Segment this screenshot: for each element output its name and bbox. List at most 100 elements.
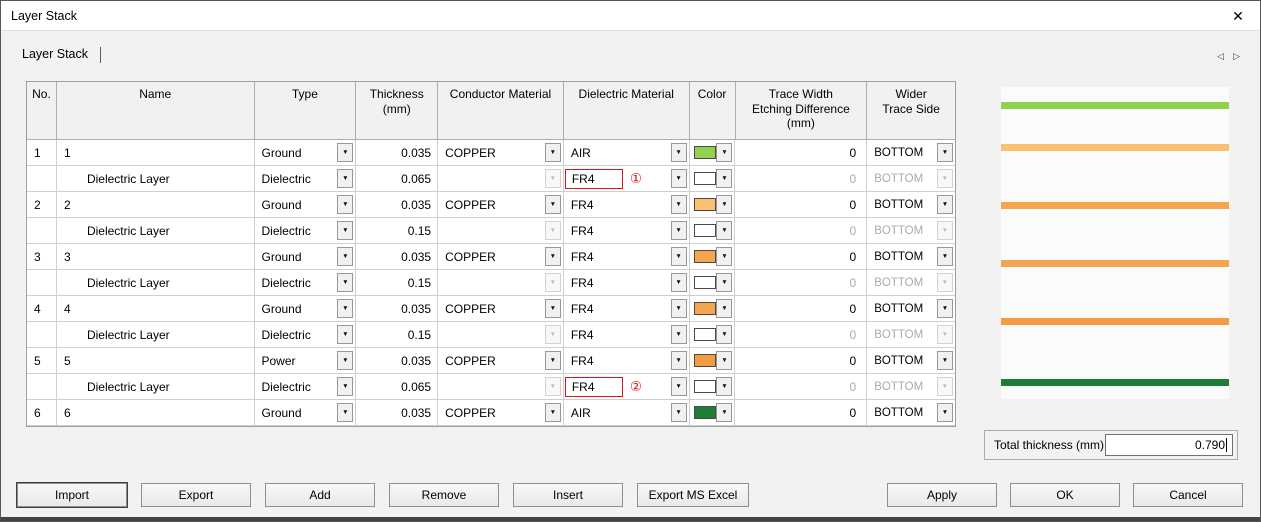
cell-dielectric-combobox[interactable]: AIR▼ <box>564 140 690 166</box>
chevron-down-icon[interactable]: ▼ <box>671 403 687 422</box>
cell-type-combobox[interactable]: Ground▼ <box>255 140 357 166</box>
cell-wider-trace-side-combobox[interactable]: BOTTOM▼ <box>867 166 955 192</box>
cell-thickness[interactable]: 0.035 <box>356 140 438 166</box>
cell-name[interactable]: 4 <box>57 296 255 322</box>
cell-wider-trace-side-combobox[interactable]: BOTTOM▼ <box>867 218 955 244</box>
chevron-down-icon[interactable]: ▼ <box>716 221 732 240</box>
cell-color-picker[interactable]: ▼ <box>690 192 736 218</box>
cell-color-picker[interactable]: ▼ <box>690 140 736 166</box>
cell-conductor-combobox[interactable]: COPPER▼ <box>438 296 564 322</box>
cell-color-picker[interactable]: ▼ <box>690 218 736 244</box>
cell-color-picker[interactable]: ▼ <box>690 270 736 296</box>
cell-etch-difference[interactable]: 0 <box>735 244 867 270</box>
export-button[interactable]: Export <box>141 483 251 507</box>
chevron-down-icon[interactable]: ▼ <box>937 195 953 214</box>
chevron-down-icon[interactable]: ▼ <box>545 299 561 318</box>
chevron-down-icon[interactable]: ▼ <box>671 247 687 266</box>
color-swatch[interactable] <box>694 146 716 159</box>
cell-wider-trace-side-combobox[interactable]: BOTTOM▼ <box>867 322 955 348</box>
chevron-down-icon[interactable]: ▼ <box>337 143 353 162</box>
chevron-down-icon[interactable]: ▼ <box>937 247 953 266</box>
cell-type-combobox[interactable]: Power▼ <box>255 348 357 374</box>
cell-conductor-combobox[interactable]: COPPER▼ <box>438 244 564 270</box>
cell-wider-trace-side-combobox[interactable]: BOTTOM▼ <box>867 374 955 400</box>
cell-color-picker[interactable]: ▼ <box>690 244 736 270</box>
cell-conductor-combobox[interactable]: COPPER▼ <box>438 348 564 374</box>
cell-etch-difference[interactable]: 0 <box>735 218 867 244</box>
cell-type-combobox[interactable]: Ground▼ <box>255 244 357 270</box>
chevron-down-icon[interactable]: ▼ <box>671 143 687 162</box>
cancel-button[interactable]: Cancel <box>1133 483 1243 507</box>
cell-type-combobox[interactable]: Ground▼ <box>255 400 357 426</box>
cell-conductor-combobox[interactable]: ▼ <box>438 322 564 348</box>
chevron-down-icon[interactable]: ▼ <box>671 221 687 240</box>
color-swatch[interactable] <box>694 276 716 289</box>
color-swatch[interactable] <box>694 172 716 185</box>
chevron-down-icon[interactable]: ▼ <box>671 195 687 214</box>
cell-type-combobox[interactable]: Ground▼ <box>255 296 357 322</box>
cell-conductor-combobox[interactable]: COPPER▼ <box>438 140 564 166</box>
tab-nav-right-icon[interactable]: ▷ <box>1233 51 1240 62</box>
chevron-down-icon[interactable]: ▼ <box>671 377 687 396</box>
cell-type-combobox[interactable]: Dielectric▼ <box>255 166 357 192</box>
cell-thickness[interactable]: 0.035 <box>356 244 438 270</box>
color-swatch[interactable] <box>694 302 716 315</box>
color-swatch[interactable] <box>694 198 716 211</box>
apply-button[interactable]: Apply <box>887 483 997 507</box>
cell-name[interactable]: Dielectric Layer <box>57 270 255 296</box>
cell-type-combobox[interactable]: Dielectric▼ <box>255 322 357 348</box>
cell-type-combobox[interactable]: Ground▼ <box>255 192 357 218</box>
cell-etch-difference[interactable]: 0 <box>735 322 867 348</box>
cell-name[interactable]: 1 <box>57 140 255 166</box>
close-icon[interactable]: ✕ <box>1216 1 1260 31</box>
chevron-down-icon[interactable]: ▼ <box>716 169 732 188</box>
chevron-down-icon[interactable]: ▼ <box>337 247 353 266</box>
cell-color-picker[interactable]: ▼ <box>690 348 736 374</box>
cell-dielectric-combobox[interactable]: FR4▼ <box>564 348 690 374</box>
cell-name[interactable]: Dielectric Layer <box>57 322 255 348</box>
cell-conductor-combobox[interactable]: ▼ <box>438 374 564 400</box>
cell-thickness[interactable]: 0.035 <box>356 400 438 426</box>
chevron-down-icon[interactable]: ▼ <box>545 195 561 214</box>
chevron-down-icon[interactable]: ▼ <box>545 403 561 422</box>
cell-dielectric-combobox[interactable]: FR4▼ <box>564 296 690 322</box>
chevron-down-icon[interactable]: ▼ <box>671 325 687 344</box>
cell-wider-trace-side-combobox[interactable]: BOTTOM▼ <box>867 348 955 374</box>
chevron-down-icon[interactable]: ▼ <box>716 403 732 422</box>
cell-conductor-combobox[interactable]: COPPER▼ <box>438 192 564 218</box>
color-swatch[interactable] <box>694 380 716 393</box>
cell-dielectric-combobox[interactable]: FR4▼ <box>564 192 690 218</box>
chevron-down-icon[interactable]: ▼ <box>545 143 561 162</box>
chevron-down-icon[interactable]: ▼ <box>337 377 353 396</box>
chevron-down-icon[interactable]: ▼ <box>337 169 353 188</box>
chevron-down-icon[interactable]: ▼ <box>937 299 953 318</box>
cell-thickness[interactable]: 0.065 <box>356 374 438 400</box>
cell-thickness[interactable]: 0.035 <box>356 296 438 322</box>
cell-wider-trace-side-combobox[interactable]: BOTTOM▼ <box>867 270 955 296</box>
cell-color-picker[interactable]: ▼ <box>690 374 736 400</box>
cell-dielectric-combobox[interactable]: FR4①▼ <box>564 166 690 192</box>
cell-type-combobox[interactable]: Dielectric▼ <box>255 270 357 296</box>
color-swatch[interactable] <box>694 406 716 419</box>
cell-name[interactable]: 3 <box>57 244 255 270</box>
cell-dielectric-combobox[interactable]: AIR▼ <box>564 400 690 426</box>
chevron-down-icon[interactable]: ▼ <box>545 247 561 266</box>
cell-dielectric-combobox[interactable]: FR4▼ <box>564 322 690 348</box>
cell-etch-difference[interactable]: 0 <box>735 140 867 166</box>
chevron-down-icon[interactable]: ▼ <box>337 273 353 292</box>
tab-nav-left-icon[interactable]: ◁ <box>1217 51 1224 62</box>
cell-dielectric-combobox[interactable]: FR4▼ <box>564 218 690 244</box>
chevron-down-icon[interactable]: ▼ <box>545 351 561 370</box>
cell-conductor-combobox[interactable]: COPPER▼ <box>438 400 564 426</box>
cell-name[interactable]: Dielectric Layer <box>57 166 255 192</box>
color-swatch[interactable] <box>694 328 716 341</box>
cell-conductor-combobox[interactable]: ▼ <box>438 270 564 296</box>
cell-name[interactable]: 5 <box>57 348 255 374</box>
cell-thickness[interactable]: 0.035 <box>356 348 438 374</box>
chevron-down-icon[interactable]: ▼ <box>337 325 353 344</box>
cell-etch-difference[interactable]: 0 <box>735 166 867 192</box>
chevron-down-icon[interactable]: ▼ <box>716 273 732 292</box>
cell-thickness[interactable]: 0.035 <box>356 192 438 218</box>
color-swatch[interactable] <box>694 250 716 263</box>
color-swatch[interactable] <box>694 224 716 237</box>
